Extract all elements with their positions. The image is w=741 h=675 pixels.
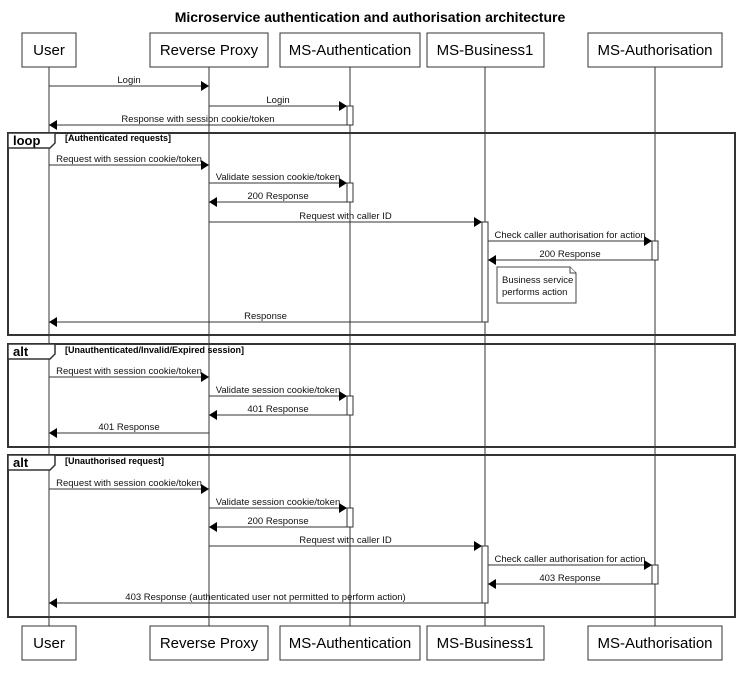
message-label: Check caller authorisation for action <box>494 554 645 565</box>
arrowhead-icon <box>49 317 57 327</box>
activations <box>346 105 659 604</box>
participant-ms-authorisation-bottom[interactable]: MS-Authorisation <box>587 625 723 661</box>
note-line: Business service <box>502 275 573 286</box>
message-arrow: 200 Response <box>488 249 652 265</box>
frame-keyword: alt <box>13 455 29 470</box>
arrowhead-icon <box>201 484 209 494</box>
message-arrow: 401 Response <box>209 404 347 420</box>
activation-ms-authorisation <box>651 240 659 261</box>
frame-keyword: loop <box>13 133 40 148</box>
participant-user-top[interactable]: User <box>21 32 77 68</box>
arrowhead-icon <box>201 372 209 382</box>
arrowhead-icon <box>49 120 57 130</box>
arrowhead-icon <box>209 410 217 420</box>
participant-ms-authentication-bottom[interactable]: MS-Authentication <box>279 625 421 661</box>
participant-label: MS-Authorisation <box>597 42 712 59</box>
message-arrow: Response with session cookie/token <box>49 114 347 130</box>
frame-guard: [Authenticated requests] <box>65 133 171 143</box>
message-label: 200 Response <box>247 191 308 202</box>
message-arrow: 200 Response <box>209 191 347 207</box>
message-arrow: Login <box>209 95 347 111</box>
participant-reverse-proxy-top[interactable]: Reverse Proxy <box>149 32 269 68</box>
message-arrow: Check caller authorisation for action <box>488 230 652 246</box>
message-label: Validate session cookie/token <box>216 385 340 396</box>
arrowhead-icon <box>474 541 482 551</box>
activation-ms-business1 <box>481 221 489 323</box>
arrowhead-icon <box>201 81 209 91</box>
participant-label: MS-Business1 <box>437 635 534 652</box>
activation-ms-authentication <box>346 105 354 126</box>
arrowhead-icon <box>209 197 217 207</box>
message-arrow: 403 Response (authenticated user not per… <box>49 592 482 608</box>
message-arrow: Request with session cookie/token <box>49 154 209 170</box>
diagram-title: Microservice authentication and authoris… <box>175 9 566 25</box>
message-label: Check caller authorisation for action <box>494 230 645 241</box>
arrowhead-icon <box>49 598 57 608</box>
message-label: Login <box>117 75 140 86</box>
activation-ms-authorisation <box>651 564 659 585</box>
arrowhead-icon <box>488 579 496 589</box>
message-label: Request with session cookie/token <box>56 478 202 489</box>
frame-keyword: alt <box>13 344 29 359</box>
participant-label: MS-Business1 <box>437 42 534 59</box>
message-arrow: Response <box>49 311 482 327</box>
message-label: Validate session cookie/token <box>216 172 340 183</box>
message-label: 401 Response <box>247 404 308 415</box>
message-arrow: Request with caller ID <box>209 211 482 227</box>
participant-label: MS-Authentication <box>289 42 412 59</box>
message-label: 200 Response <box>247 516 308 527</box>
participant-ms-business1-top[interactable]: MS-Business1 <box>426 32 545 68</box>
note-business-action: Business service performs action <box>496 266 577 304</box>
message-label: Request with caller ID <box>299 535 392 546</box>
message-arrow: 200 Response <box>209 516 347 532</box>
activation-ms-authentication <box>346 395 354 416</box>
arrowhead-icon <box>209 522 217 532</box>
message-arrow: 401 Response <box>49 422 209 438</box>
message-label: Response <box>244 311 287 322</box>
message-label: 200 Response <box>539 249 600 260</box>
participant-ms-authentication-top[interactable]: MS-Authentication <box>279 32 421 68</box>
arrowhead-icon <box>201 160 209 170</box>
participant-label: User <box>33 635 65 652</box>
participant-ms-business1-bottom[interactable]: MS-Business1 <box>426 625 545 661</box>
message-label: Response with session cookie/token <box>121 114 274 125</box>
arrowhead-icon <box>339 101 347 111</box>
message-arrow: Login <box>49 75 209 91</box>
message-arrow: 403 Response <box>488 573 652 589</box>
activation-ms-business1 <box>481 545 489 604</box>
message-arrow: Validate session cookie/token <box>209 385 347 401</box>
participant-label: User <box>33 42 65 59</box>
message-label: Login <box>266 95 289 106</box>
message-arrow: Request with caller ID <box>209 535 482 551</box>
activation-ms-authentication <box>346 507 354 528</box>
frame-guard: [Unauthorised request] <box>65 456 164 466</box>
note-line: performs action <box>502 287 567 298</box>
message-label: 401 Response <box>98 422 159 433</box>
participant-label: Reverse Proxy <box>160 635 259 652</box>
message-label: 403 Response (authenticated user not per… <box>125 592 405 603</box>
arrowhead-icon <box>49 428 57 438</box>
message-arrow: Check caller authorisation for action <box>488 554 652 570</box>
frame-guard: [Unauthenticated/Invalid/Expired session… <box>65 345 244 355</box>
message-label: Validate session cookie/token <box>216 497 340 508</box>
message-label: Request with caller ID <box>299 211 392 222</box>
message-arrow: Request with session cookie/token <box>49 478 209 494</box>
sequence-diagram: Microservice authentication and authoris… <box>7 9 736 661</box>
message-label: Request with session cookie/token <box>56 154 202 165</box>
participant-label: MS-Authentication <box>289 635 412 652</box>
participant-label: Reverse Proxy <box>160 42 259 59</box>
participant-ms-authorisation-top[interactable]: MS-Authorisation <box>587 32 723 68</box>
message-arrow: Validate session cookie/token <box>209 172 347 188</box>
message-label: 403 Response <box>539 573 600 584</box>
message-arrow: Request with session cookie/token <box>49 366 209 382</box>
message-arrow: Validate session cookie/token <box>209 497 347 513</box>
participant-user-bottom[interactable]: User <box>21 625 77 661</box>
participant-label: MS-Authorisation <box>597 635 712 652</box>
participant-reverse-proxy-bottom[interactable]: Reverse Proxy <box>149 625 269 661</box>
arrowhead-icon <box>488 255 496 265</box>
activation-ms-authentication <box>346 182 354 203</box>
arrowhead-icon <box>474 217 482 227</box>
message-label: Request with session cookie/token <box>56 366 202 377</box>
